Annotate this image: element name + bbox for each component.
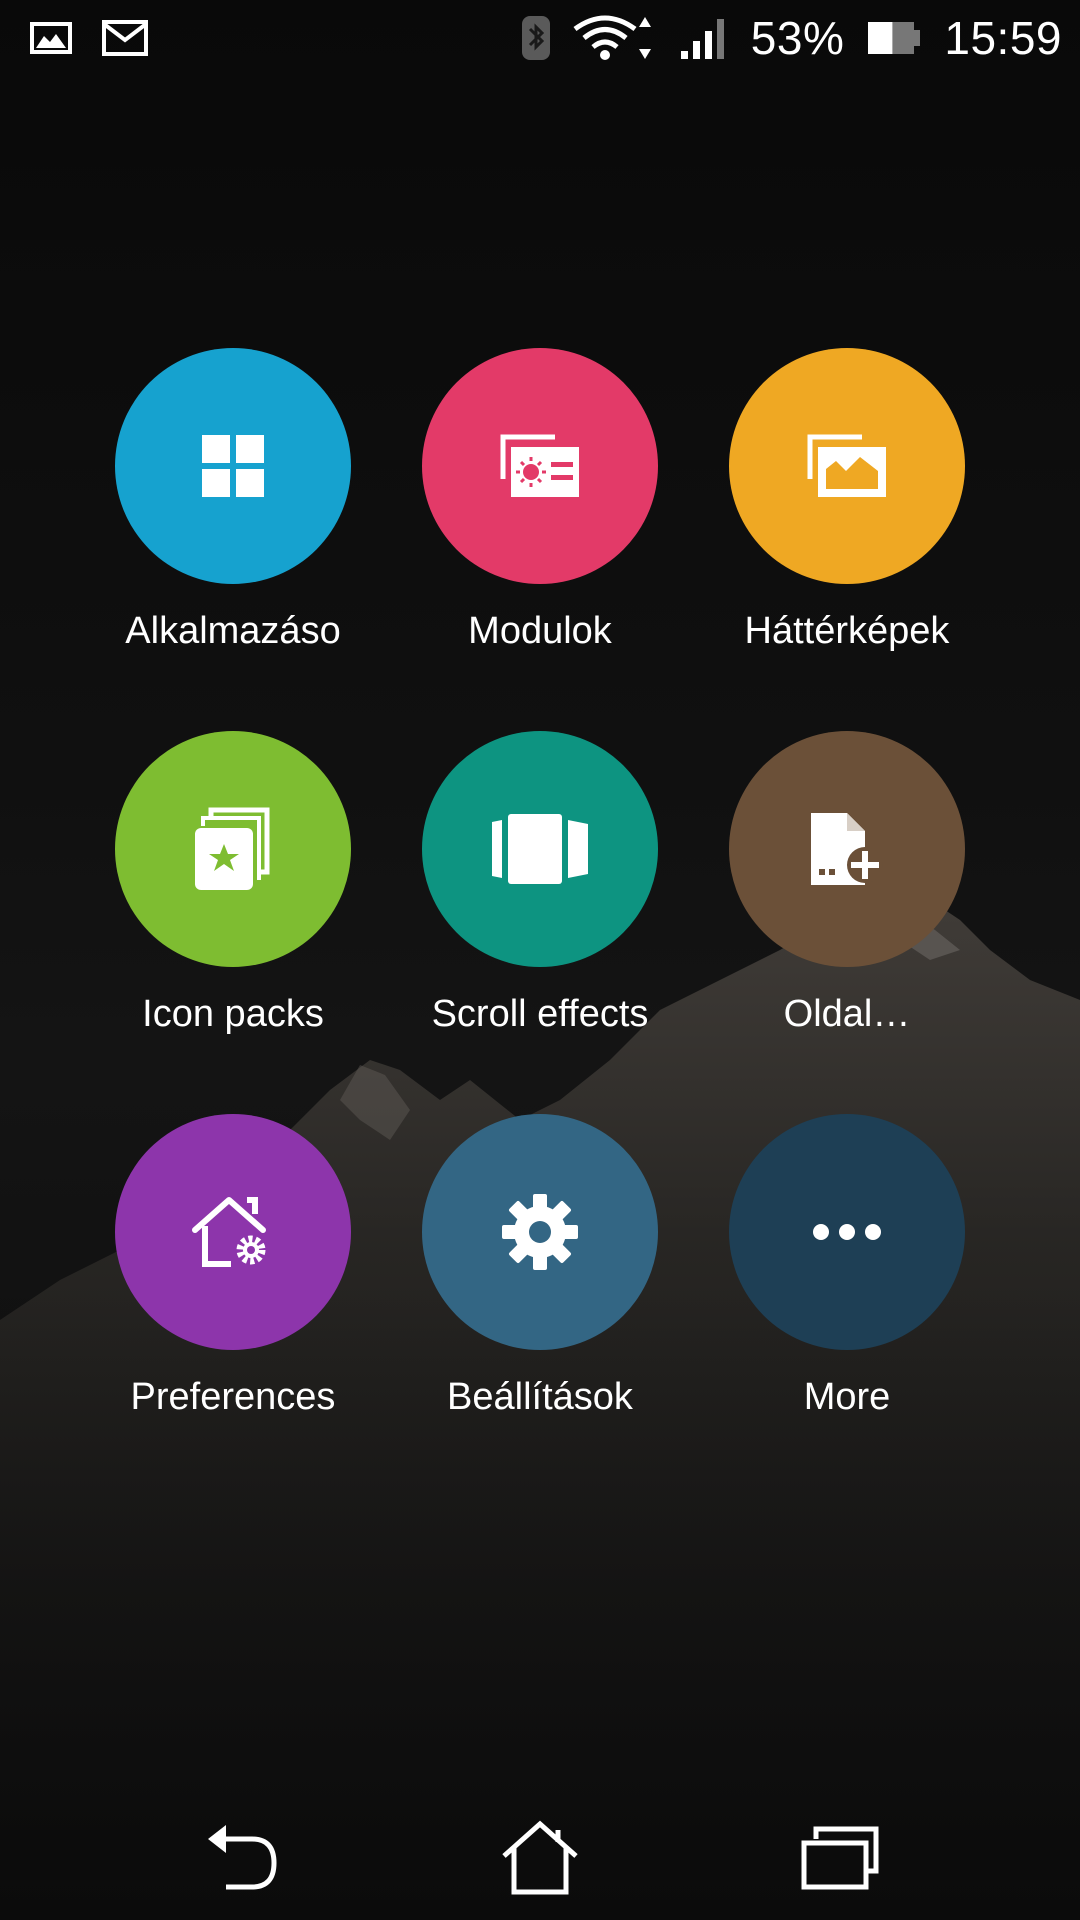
menu-item-circle[interactable] [115, 731, 351, 967]
icon-packs-icon [193, 804, 273, 894]
battery-icon [866, 18, 922, 58]
menu-item-label: More [803, 1376, 891, 1418]
widgets-icon [497, 431, 583, 501]
back-icon [200, 1823, 280, 1898]
menu-item-label: Háttérképek [744, 610, 950, 652]
recents-icon [800, 1825, 880, 1896]
settings-gear-icon [500, 1192, 580, 1272]
back-button[interactable] [190, 1812, 290, 1908]
menu-item-apps[interactable]: Alkalmazáso [80, 348, 386, 678]
launcher-settings-grid: Alkalmazáso Modulok Háttérképek Icon pac… [0, 348, 1080, 1468]
home-settings-icon [191, 1194, 275, 1270]
menu-item-scroll-effects[interactable]: Scroll effects [387, 731, 693, 1061]
menu-item-circle[interactable] [115, 348, 351, 584]
apps-grid-icon [198, 431, 268, 501]
more-dots-icon [812, 1223, 882, 1241]
menu-item-icon-packs[interactable]: Icon packs [80, 731, 386, 1061]
recents-button[interactable] [790, 1812, 890, 1908]
menu-item-settings[interactable]: Beállítások [387, 1114, 693, 1444]
menu-item-circle[interactable] [422, 1114, 658, 1350]
battery-percent: 53% [750, 12, 845, 64]
wifi-icon [573, 15, 657, 61]
menu-item-label: Preferences [130, 1376, 336, 1418]
image-notification-icon [30, 22, 72, 54]
menu-item-wallpapers[interactable]: Háttérképek [694, 348, 1000, 678]
menu-item-label: Modulok [468, 610, 612, 652]
menu-item-circle[interactable] [422, 348, 658, 584]
menu-item-circle[interactable] [729, 731, 965, 967]
menu-item-circle[interactable] [729, 1114, 965, 1350]
bluetooth-icon [521, 15, 551, 61]
scroll-effects-icon [490, 812, 590, 886]
status-bar-notifications [30, 18, 178, 58]
status-bar: 53% 15:59 [0, 0, 1080, 76]
menu-item-label: Oldal… [783, 993, 911, 1035]
home-button[interactable] [490, 1812, 590, 1908]
menu-item-add-page[interactable]: Oldal… [694, 731, 1000, 1061]
menu-item-label: Scroll effects [431, 993, 649, 1035]
menu-item-label: Icon packs [142, 993, 324, 1035]
add-page-icon [807, 811, 887, 887]
status-bar-system: 53% 15:59 [499, 11, 1062, 65]
menu-item-circle[interactable] [115, 1114, 351, 1350]
clock: 15:59 [944, 12, 1062, 64]
menu-item-circle[interactable] [422, 731, 658, 967]
signal-icon [679, 15, 729, 61]
home-screen: 53% 15:59 Alkalmazáso Modulok Háttérképe… [0, 0, 1080, 1920]
menu-item-more[interactable]: More [694, 1114, 1000, 1444]
menu-item-circle[interactable] [729, 348, 965, 584]
menu-item-preferences[interactable]: Preferences [80, 1114, 386, 1444]
menu-item-widgets[interactable]: Modulok [387, 348, 693, 678]
menu-item-label: Alkalmazáso [125, 610, 341, 652]
menu-item-label: Beállítások [447, 1376, 633, 1418]
home-icon [500, 1820, 580, 1901]
gmail-notification-icon [102, 18, 148, 58]
navigation-bar [0, 1800, 1080, 1920]
wallpapers-icon [804, 431, 890, 501]
